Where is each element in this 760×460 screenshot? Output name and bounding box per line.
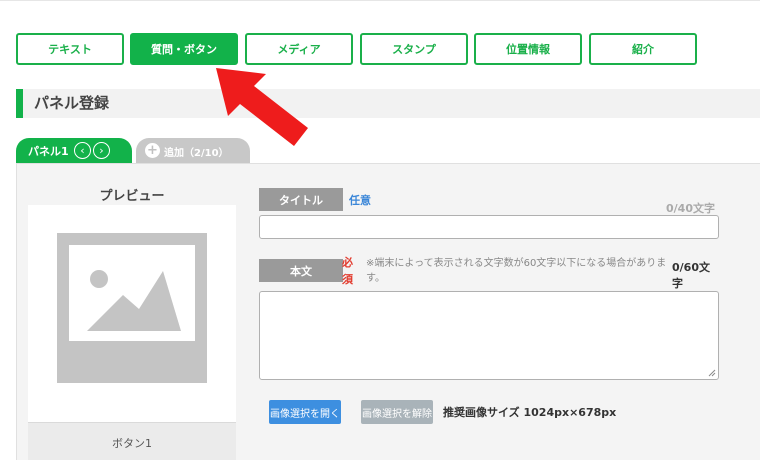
section-accent-bar (16, 89, 23, 118)
select-image-button[interactable]: 画像選択を開く (269, 400, 341, 424)
preview-button[interactable]: ボタン1 (28, 422, 236, 460)
tab-stamp[interactable]: スタンプ (360, 33, 468, 65)
resize-grip-icon[interactable] (708, 369, 716, 377)
panel-tab-1[interactable]: パネル1 ‹ › (16, 138, 132, 164)
body-label: 本文 (259, 259, 343, 282)
body-char-counter: 0/60文字 (672, 261, 710, 290)
top-divider (0, 0, 760, 1)
recommended-size: 推奨画像サイズ 1024px×678px (443, 406, 617, 419)
title-label: タイトル (259, 188, 343, 211)
tab-text[interactable]: テキスト (16, 33, 124, 65)
panel-tab-label: パネル1 (28, 145, 69, 158)
chevron-right-icon[interactable]: › (93, 142, 110, 159)
tab-introduction[interactable]: 紹介 (589, 33, 697, 65)
title-char-counter: 0/40文字 (666, 202, 715, 215)
required-badge: 必須 (342, 256, 353, 286)
optional-badge: 任意 (349, 194, 371, 207)
preview-button-label: ボタン1 (112, 437, 152, 450)
chevron-left-icon[interactable]: ‹ (74, 142, 91, 159)
section-header: パネル登録 (16, 89, 760, 118)
clear-image-button[interactable]: 画像選択を解除 (361, 400, 433, 424)
title-input[interactable] (259, 215, 719, 239)
tab-media[interactable]: メディア (245, 33, 353, 65)
message-type-tabs: テキスト 質問・ボタン メディア スタンプ 位置情報 紹介 (16, 33, 706, 65)
body-note: ※端末によって表示される文字数が60文字以下になる場合があります。 (366, 258, 667, 284)
tab-location[interactable]: 位置情報 (474, 33, 582, 65)
landscape-icon (87, 270, 181, 331)
body-textarea[interactable] (259, 291, 719, 380)
image-placeholder-icon (57, 233, 207, 383)
section-title: パネル登録 (34, 94, 110, 112)
tab-question-button[interactable]: 質問・ボタン (130, 33, 238, 65)
plus-icon: + (145, 143, 160, 158)
preview-card: ボタン1 (28, 205, 236, 460)
red-arrow-icon (216, 68, 308, 146)
preview-title: プレビュー (99, 189, 165, 204)
